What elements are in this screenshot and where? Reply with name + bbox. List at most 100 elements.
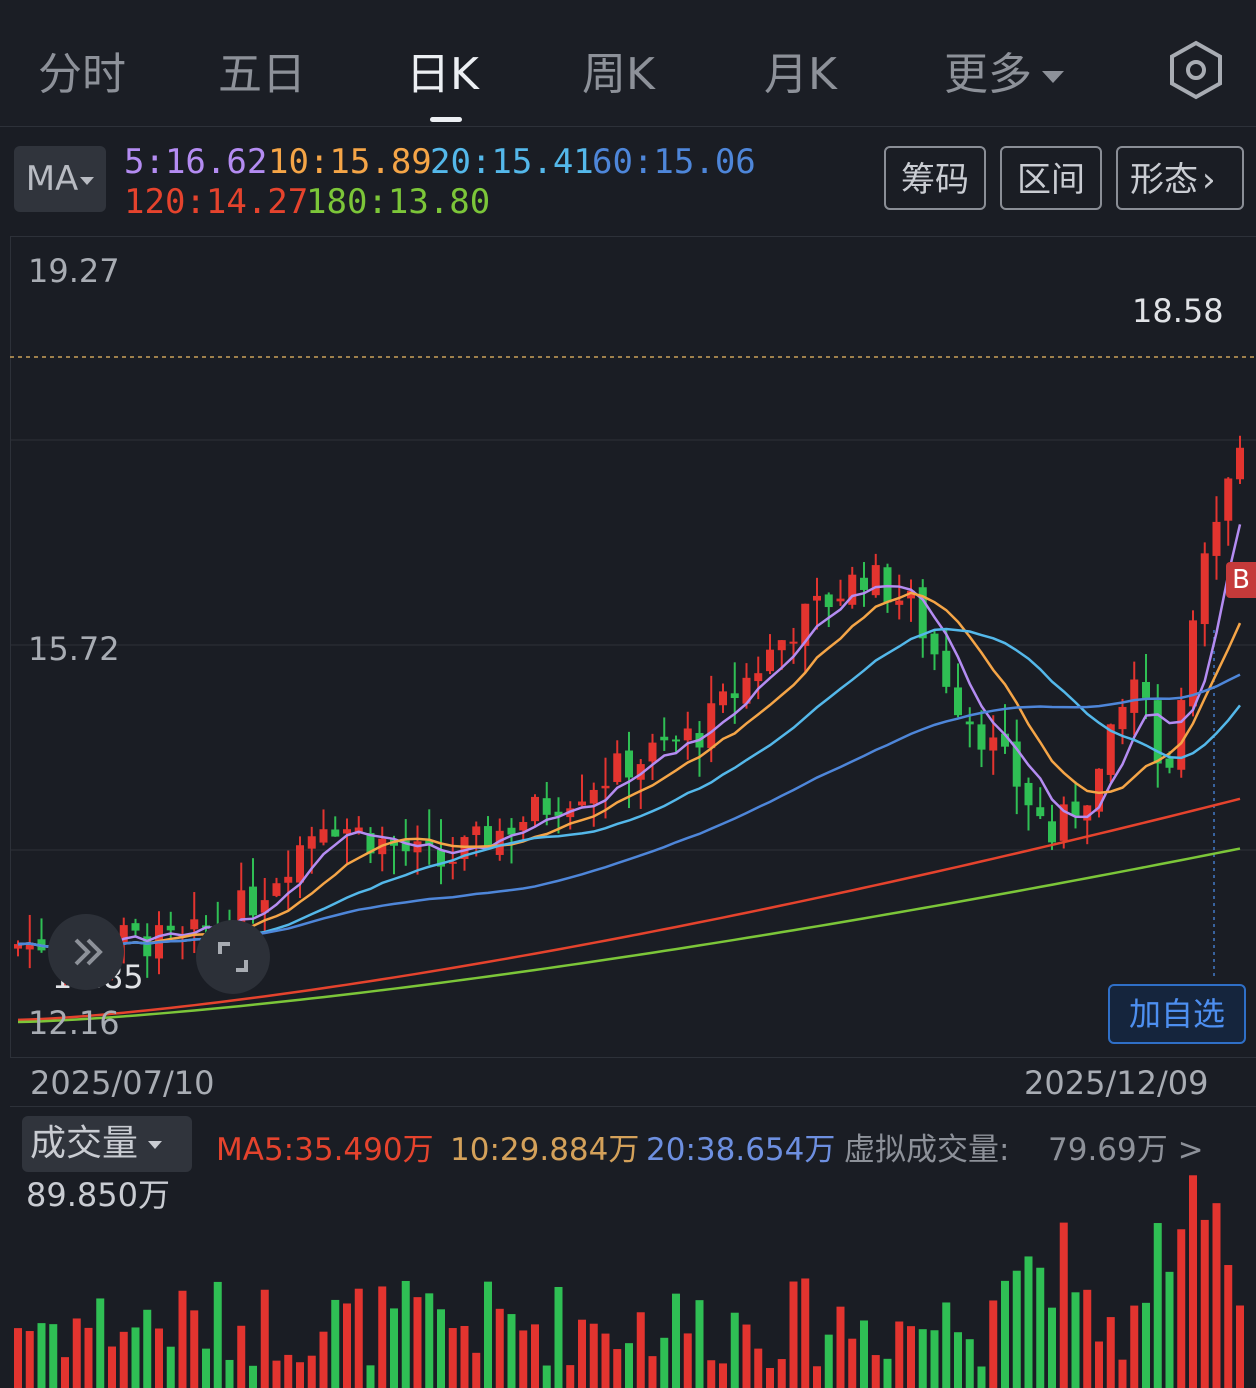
volume-bar bbox=[695, 1300, 704, 1388]
volume-bar bbox=[1095, 1341, 1103, 1388]
buy-marker: B bbox=[1226, 562, 1256, 598]
volume-bar bbox=[401, 1280, 410, 1388]
volume-bar bbox=[672, 1293, 680, 1388]
tab-daily-k[interactable]: 日K bbox=[406, 38, 479, 102]
period-tabs: 分时 五日 日K 周K 月K 更多 bbox=[0, 0, 1256, 127]
chevron-down-icon bbox=[148, 1141, 163, 1149]
volume-bar bbox=[895, 1321, 904, 1388]
volume-bar bbox=[613, 1349, 622, 1388]
fullscreen-button[interactable] bbox=[196, 920, 270, 994]
ma20-label: 20:15.41 bbox=[430, 142, 594, 182]
volume-bar bbox=[272, 1360, 281, 1388]
start-date-label: 2025/07/10 bbox=[30, 1064, 215, 1102]
volume-bar bbox=[484, 1281, 492, 1388]
volume-bar bbox=[1012, 1270, 1021, 1388]
ma180-label: 180:13.80 bbox=[306, 182, 491, 222]
chips-button[interactable]: 筹码 bbox=[884, 146, 986, 210]
volume-bar bbox=[507, 1314, 516, 1388]
volume-bar bbox=[1142, 1302, 1150, 1388]
volume-bar bbox=[284, 1354, 293, 1388]
active-tab-indicator bbox=[430, 117, 462, 122]
volume-bar bbox=[942, 1302, 951, 1388]
volume-bar bbox=[989, 1300, 998, 1388]
volume-bar bbox=[119, 1331, 128, 1388]
volume-bar bbox=[789, 1281, 798, 1388]
volume-bar bbox=[61, 1357, 69, 1388]
volume-bar bbox=[871, 1355, 880, 1388]
pattern-button[interactable]: 形态 › bbox=[1116, 146, 1244, 210]
volume-bar bbox=[625, 1343, 633, 1388]
chevron-right-icon: › bbox=[1202, 160, 1216, 200]
scroll-back-button[interactable] bbox=[48, 914, 124, 990]
volume-bar bbox=[14, 1328, 22, 1388]
volume-bar bbox=[1224, 1265, 1233, 1388]
volume-bar bbox=[848, 1338, 857, 1388]
settings-hexagon-icon[interactable] bbox=[1166, 40, 1226, 100]
volume-bar bbox=[860, 1320, 868, 1388]
axis-top-label: 19.27 bbox=[28, 252, 120, 290]
volume-bar bbox=[96, 1298, 105, 1388]
volume-selector[interactable]: 成交量 bbox=[22, 1116, 192, 1172]
volume-bar bbox=[460, 1325, 469, 1388]
volume-bar bbox=[37, 1323, 46, 1388]
volume-bar bbox=[1118, 1359, 1127, 1388]
ma60-label: 60:15.06 bbox=[592, 142, 756, 182]
volume-bar bbox=[319, 1331, 328, 1388]
volume-bar bbox=[425, 1293, 434, 1388]
volume-bar bbox=[836, 1306, 845, 1388]
volume-bar bbox=[730, 1312, 739, 1388]
ma5-label: 5:16.62 bbox=[124, 142, 268, 182]
volume-bar bbox=[965, 1339, 974, 1388]
volume-bar bbox=[178, 1290, 187, 1388]
volume-bar bbox=[378, 1286, 387, 1388]
volume-bar bbox=[636, 1312, 645, 1388]
volume-bar bbox=[1200, 1219, 1209, 1388]
volume-bar bbox=[742, 1324, 751, 1388]
tab-more[interactable]: 更多 bbox=[944, 38, 1064, 102]
volume-bar bbox=[954, 1332, 962, 1388]
volume-bar bbox=[166, 1346, 175, 1388]
volume-bar bbox=[883, 1358, 892, 1388]
end-date-label: 2025/12/09 bbox=[1024, 1064, 1209, 1102]
axis-mid-label: 15.72 bbox=[28, 630, 120, 668]
add-watchlist-button[interactable]: 加自选 bbox=[1108, 984, 1246, 1044]
volume-bar bbox=[1048, 1307, 1056, 1388]
high-marker-label: 18.58 bbox=[1132, 292, 1224, 330]
volume-bar bbox=[907, 1326, 915, 1388]
volume-bar bbox=[1106, 1317, 1115, 1388]
volume-bar bbox=[143, 1309, 152, 1388]
volume-bar bbox=[213, 1281, 222, 1388]
volume-ma5-label: MA5:35.490万 bbox=[216, 1132, 434, 1168]
volume-bars-group bbox=[14, 1175, 1244, 1388]
volume-bar bbox=[472, 1352, 481, 1388]
volume-bar bbox=[202, 1348, 210, 1388]
volume-bar bbox=[1165, 1271, 1174, 1388]
volume-bar bbox=[25, 1331, 34, 1388]
volume-bar bbox=[801, 1278, 810, 1388]
volume-bar bbox=[225, 1359, 234, 1388]
volume-selector-label: 成交量 bbox=[30, 1123, 139, 1164]
indicator-selector-label: MA bbox=[25, 159, 79, 199]
volume-bar bbox=[1177, 1229, 1186, 1388]
volume-bar bbox=[707, 1360, 716, 1388]
tab-intraday[interactable]: 分时 bbox=[38, 38, 126, 102]
volume-bar bbox=[918, 1329, 927, 1388]
volume-bar bbox=[343, 1303, 351, 1388]
interval-button[interactable]: 区间 bbox=[1000, 146, 1102, 210]
tab-monthly-k[interactable]: 月K bbox=[764, 38, 837, 102]
ma10-label: 10:15.89 bbox=[268, 142, 432, 182]
tab-five-day[interactable]: 五日 bbox=[218, 38, 306, 102]
volume-bar bbox=[1071, 1292, 1080, 1388]
indicator-selector[interactable]: MA bbox=[14, 146, 106, 212]
virtual-volume-value[interactable]: 79.69万 > bbox=[1048, 1124, 1204, 1169]
divider bbox=[10, 1106, 1256, 1107]
tab-more-label: 更多 bbox=[944, 49, 1032, 100]
tab-weekly-k[interactable]: 周K bbox=[582, 38, 655, 102]
volume-bar bbox=[1001, 1280, 1009, 1388]
volume-bar bbox=[331, 1299, 340, 1388]
volume-bar bbox=[1189, 1175, 1197, 1388]
volume-bar bbox=[601, 1333, 610, 1388]
volume-bar bbox=[1130, 1305, 1139, 1388]
expand-icon bbox=[218, 942, 248, 972]
volume-bar bbox=[354, 1288, 363, 1388]
